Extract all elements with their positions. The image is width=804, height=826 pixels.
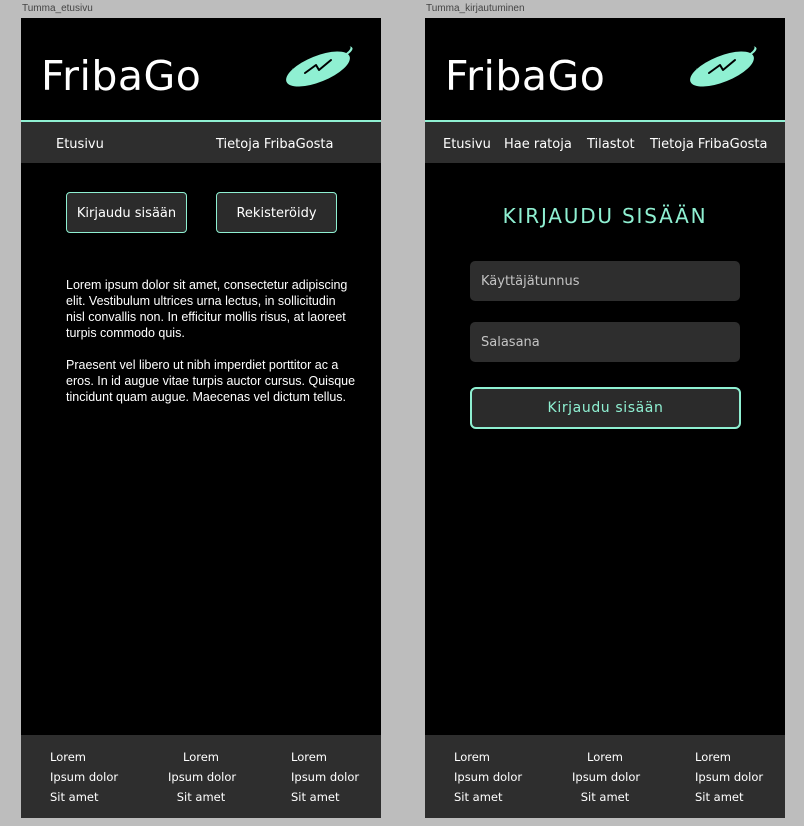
nav-item-hae-ratoja[interactable]: Hae ratoja — [504, 122, 572, 163]
nav-item-tilastot[interactable]: Tilastot — [587, 122, 635, 163]
footer-column: Lorem Ipsum dolor Sit amet — [695, 747, 763, 807]
footer-link[interactable]: Sit amet — [50, 787, 118, 807]
frisbee-disc-icon — [286, 44, 353, 87]
frame-label-kirjautuminen: Tumma_kirjautuminen — [426, 3, 525, 14]
nav-item-etusivu[interactable]: Etusivu — [443, 122, 491, 163]
nav-item-etusivu[interactable]: Etusivu — [56, 122, 104, 163]
logo-text[interactable]: FribaGo — [445, 52, 605, 100]
footer-link[interactable]: Ipsum dolor — [572, 767, 640, 787]
page-title: KIRJAUDU SISÄÄN — [502, 204, 708, 228]
footer-link[interactable]: Sit amet — [291, 787, 359, 807]
footer-link[interactable]: Lorem — [168, 747, 234, 767]
frisbee-disc-icon — [690, 44, 757, 87]
footer-link[interactable]: Ipsum dolor — [168, 767, 236, 787]
username-input[interactable] — [470, 261, 740, 301]
footer-column: Lorem Ipsum dolor Sit amet — [168, 747, 236, 807]
header: FribaGo — [21, 18, 381, 120]
footer-link[interactable]: Lorem — [291, 747, 359, 767]
frame-etusivu: FribaGo Etusivu Tietoja FribaGosta Kirja… — [21, 18, 381, 818]
footer-column: Lorem Ipsum dolor Sit amet — [454, 747, 522, 807]
footer-column: Lorem Ipsum dolor Sit amet — [572, 747, 640, 807]
frame-kirjautuminen: FribaGo Etusivu Hae ratoja Tilastot Tiet… — [425, 18, 785, 818]
footer-link[interactable]: Ipsum dolor — [454, 767, 522, 787]
footer-link[interactable]: Lorem — [695, 747, 763, 767]
footer-link[interactable]: Sit amet — [168, 787, 234, 807]
nav-bar: Etusivu Hae ratoja Tilastot Tietoja Frib… — [425, 122, 785, 163]
footer-column: Lorem Ipsum dolor Sit amet — [291, 747, 359, 807]
register-button[interactable]: Rekisteröidy — [216, 192, 337, 233]
footer-link[interactable]: Ipsum dolor — [50, 767, 118, 787]
footer-link[interactable]: Sit amet — [695, 787, 763, 807]
frame-label-etusivu: Tumma_etusivu — [22, 3, 93, 14]
footer: Lorem Ipsum dolor Sit amet Lorem Ipsum d… — [21, 735, 381, 818]
logo-text[interactable]: FribaGo — [41, 52, 201, 100]
footer-link[interactable]: Ipsum dolor — [291, 767, 359, 787]
header: FribaGo — [425, 18, 785, 120]
footer-column: Lorem Ipsum dolor Sit amet — [50, 747, 118, 807]
footer: Lorem Ipsum dolor Sit amet Lorem Ipsum d… — [425, 735, 785, 818]
footer-link[interactable]: Lorem — [50, 747, 118, 767]
password-input[interactable] — [470, 322, 740, 362]
nav-bar: Etusivu Tietoja FribaGosta — [21, 122, 381, 163]
footer-link[interactable]: Ipsum dolor — [695, 767, 763, 787]
paragraph: Praesent vel libero ut nibh imperdiet po… — [66, 358, 356, 404]
nav-item-tietoja[interactable]: Tietoja FribaGosta — [216, 122, 333, 163]
footer-link[interactable]: Lorem — [572, 747, 638, 767]
footer-link[interactable]: Lorem — [454, 747, 522, 767]
footer-link[interactable]: Sit amet — [572, 787, 638, 807]
footer-link[interactable]: Sit amet — [454, 787, 522, 807]
intro-text: Lorem ipsum dolor sit amet, consectetur … — [66, 277, 356, 421]
login-button[interactable]: Kirjaudu sisään — [66, 192, 187, 233]
login-submit-button[interactable]: Kirjaudu sisään — [470, 387, 741, 429]
nav-item-tietoja[interactable]: Tietoja FribaGosta — [650, 122, 767, 163]
paragraph: Lorem ipsum dolor sit amet, consectetur … — [66, 278, 348, 340]
